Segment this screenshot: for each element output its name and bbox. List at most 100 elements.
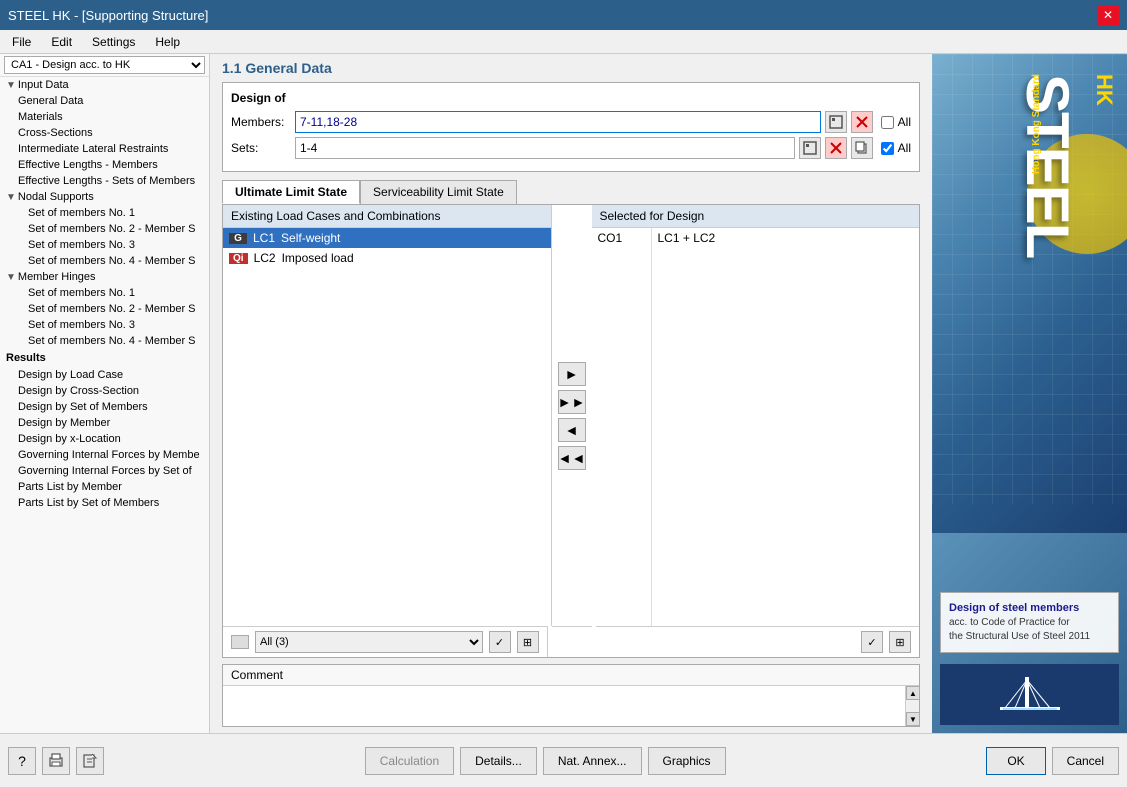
menu-bar: File Edit Settings Help (0, 30, 1127, 54)
help-icon-btn[interactable]: ? (8, 747, 36, 775)
comment-section: Comment ▲ ▼ (222, 664, 920, 727)
sidebar-item-cross-sections[interactable]: Cross-Sections (0, 125, 209, 141)
content-area: 1.1 General Data Design of Members: All (210, 54, 932, 733)
members-clear-btn[interactable] (851, 111, 873, 133)
existing-check-btn[interactable]: ✓ (489, 631, 511, 653)
sets-label: Sets: (231, 141, 291, 155)
sidebar-item-nodal-3[interactable]: Set of members No. 3 (0, 237, 209, 253)
sidebar-item-general-data[interactable]: General Data (0, 93, 209, 109)
sets-clear-btn[interactable] (825, 137, 847, 159)
sidebar-item-governing-set[interactable]: Governing Internal Forces by Set of (0, 463, 209, 479)
sidebar-item-results-xlocation[interactable]: Design by x-Location (0, 431, 209, 447)
sets-input[interactable] (295, 137, 795, 159)
members-input[interactable] (295, 111, 821, 133)
sidebar-item-materials[interactable]: Materials (0, 109, 209, 125)
sidebar-item-hinge-3[interactable]: Set of members No. 3 (0, 317, 209, 333)
load-item-lc2[interactable]: Qi LC2 Imposed load (223, 248, 551, 268)
hk-vertical-text: HK (1091, 74, 1117, 106)
members-label: Members: (231, 115, 291, 129)
section-label: Input Data (18, 79, 69, 91)
design-of-label: Design of (231, 91, 911, 105)
tab-serviceability-limit-state[interactable]: Serviceability Limit State (360, 180, 517, 204)
selected-grid-btn[interactable]: ⊞ (889, 631, 911, 653)
design-dropdown[interactable]: CA1 - Design acc. to HK (4, 56, 205, 74)
details-button[interactable]: Details... (460, 747, 537, 775)
ok-button[interactable]: OK (986, 747, 1045, 775)
sidebar-item-eff-lengths-members[interactable]: Effective Lengths - Members (0, 157, 209, 173)
sidebar-item-lateral-restraints[interactable]: Intermediate Lateral Restraints (0, 141, 209, 157)
menu-edit[interactable]: Edit (43, 33, 80, 51)
sidebar-item-results-crosssection[interactable]: Design by Cross-Section (0, 383, 209, 399)
sidebar-item-hinge-4[interactable]: Set of members No. 4 - Member S (0, 333, 209, 349)
brand-box-line3: the Structural Use of Steel 2011 (949, 630, 1110, 644)
menu-settings[interactable]: Settings (84, 33, 143, 51)
close-button[interactable]: ✕ (1097, 5, 1119, 25)
arrow-left-btn[interactable]: ◄ (558, 418, 586, 442)
sidebar-item-hinge-2[interactable]: Set of members No. 2 - Member S (0, 301, 209, 317)
section-title: 1.1 General Data (210, 54, 932, 82)
menu-file[interactable]: File (4, 33, 39, 51)
arrow-right-btn[interactable]: ► (558, 362, 586, 386)
sets-copy-btn[interactable] (851, 137, 873, 159)
nodal-label: Nodal Supports (18, 191, 94, 203)
nat-annex-button[interactable]: Nat. Annex... (543, 747, 642, 775)
hkstd-vertical-text: Hong Kong Standard (1031, 74, 1042, 174)
lc2-name: Imposed load (282, 251, 354, 265)
logo-area (940, 664, 1119, 725)
existing-header: Existing Load Cases and Combinations (223, 205, 551, 228)
tabs-row: Ultimate Limit State Serviceability Limi… (222, 180, 920, 204)
load-cases-panel: Existing Load Cases and Combinations G L… (222, 204, 920, 658)
sidebar-item-nodal-4[interactable]: Set of members No. 4 - Member S (0, 253, 209, 269)
load-cases-inner: Existing Load Cases and Combinations G L… (223, 205, 919, 626)
sets-all-row: All (881, 141, 911, 155)
sets-select-btn[interactable] (799, 137, 821, 159)
menu-help[interactable]: Help (147, 33, 188, 51)
co-column: CO1 (592, 228, 652, 626)
sidebar-section-input-data[interactable]: ▼ Input Data (0, 77, 209, 93)
hinges-label: Member Hinges (18, 271, 96, 283)
sets-all-label: All (898, 141, 911, 155)
lc-combo-label: LC1 + LC2 (658, 231, 914, 245)
scroll-up-arrow[interactable]: ▲ (906, 686, 920, 700)
brand-box-line2: acc. to Code of Practice for (949, 616, 1110, 630)
expand-icon: ▼ (6, 80, 16, 91)
co1-label: CO1 (598, 231, 645, 245)
design-dropdown-row: CA1 - Design acc. to HK (0, 54, 209, 77)
color-swatch (231, 635, 249, 649)
members-all-checkbox[interactable] (881, 116, 894, 129)
scroll-down-arrow[interactable]: ▼ (906, 712, 920, 726)
sidebar-item-nodal-2[interactable]: Set of members No. 2 - Member S (0, 221, 209, 237)
arrow-left-all-btn[interactable]: ◄◄ (558, 446, 586, 470)
graphics-button[interactable]: Graphics (648, 747, 726, 775)
sidebar-item-governing-member[interactable]: Governing Internal Forces by Membe (0, 447, 209, 463)
tab-ultimate-limit-state[interactable]: Ultimate Limit State (222, 180, 360, 204)
sidebar-section-nodal-supports[interactable]: ▼ Nodal Supports (0, 189, 209, 205)
sidebar-item-nodal-1[interactable]: Set of members No. 1 (0, 205, 209, 221)
load-item-lc1[interactable]: G LC1 Self-weight (223, 228, 551, 248)
cancel-button[interactable]: Cancel (1052, 747, 1119, 775)
sets-all-checkbox[interactable] (881, 142, 894, 155)
sidebar-item-parts-member[interactable]: Parts List by Member (0, 479, 209, 495)
sidebar-item-hinge-1[interactable]: Set of members No. 1 (0, 285, 209, 301)
print-icon-btn[interactable] (42, 747, 70, 775)
comment-body: ▲ ▼ (223, 686, 919, 726)
selected-header: Selected for Design (592, 205, 920, 228)
sidebar-item-eff-lengths-sets[interactable]: Effective Lengths - Sets of Members (0, 173, 209, 189)
existing-grid-btn[interactable]: ⊞ (517, 631, 539, 653)
sidebar-item-results-setofmembers[interactable]: Design by Set of Members (0, 399, 209, 415)
export-icon-btn[interactable] (76, 747, 104, 775)
selected-check-btn[interactable]: ✓ (861, 631, 883, 653)
brand-bg: STEEL HK Hong Kong Standard (932, 54, 1127, 533)
comment-textarea[interactable] (223, 686, 919, 726)
expand-icon-3: ▼ (6, 272, 16, 283)
sidebar-item-results-loadcase[interactable]: Design by Load Case (0, 367, 209, 383)
arrow-right-all-btn[interactable]: ►► (558, 390, 586, 414)
badge-g: G (229, 233, 247, 244)
members-select-btn[interactable] (825, 111, 847, 133)
load-dropdown[interactable]: All (3) (255, 631, 483, 653)
calculation-button[interactable]: Calculation (365, 747, 454, 775)
arrows-column: ► ►► ◄ ◄◄ (552, 205, 592, 626)
sidebar-item-parts-set[interactable]: Parts List by Set of Members (0, 495, 209, 511)
sidebar-item-results-member[interactable]: Design by Member (0, 415, 209, 431)
sidebar-section-member-hinges[interactable]: ▼ Member Hinges (0, 269, 209, 285)
